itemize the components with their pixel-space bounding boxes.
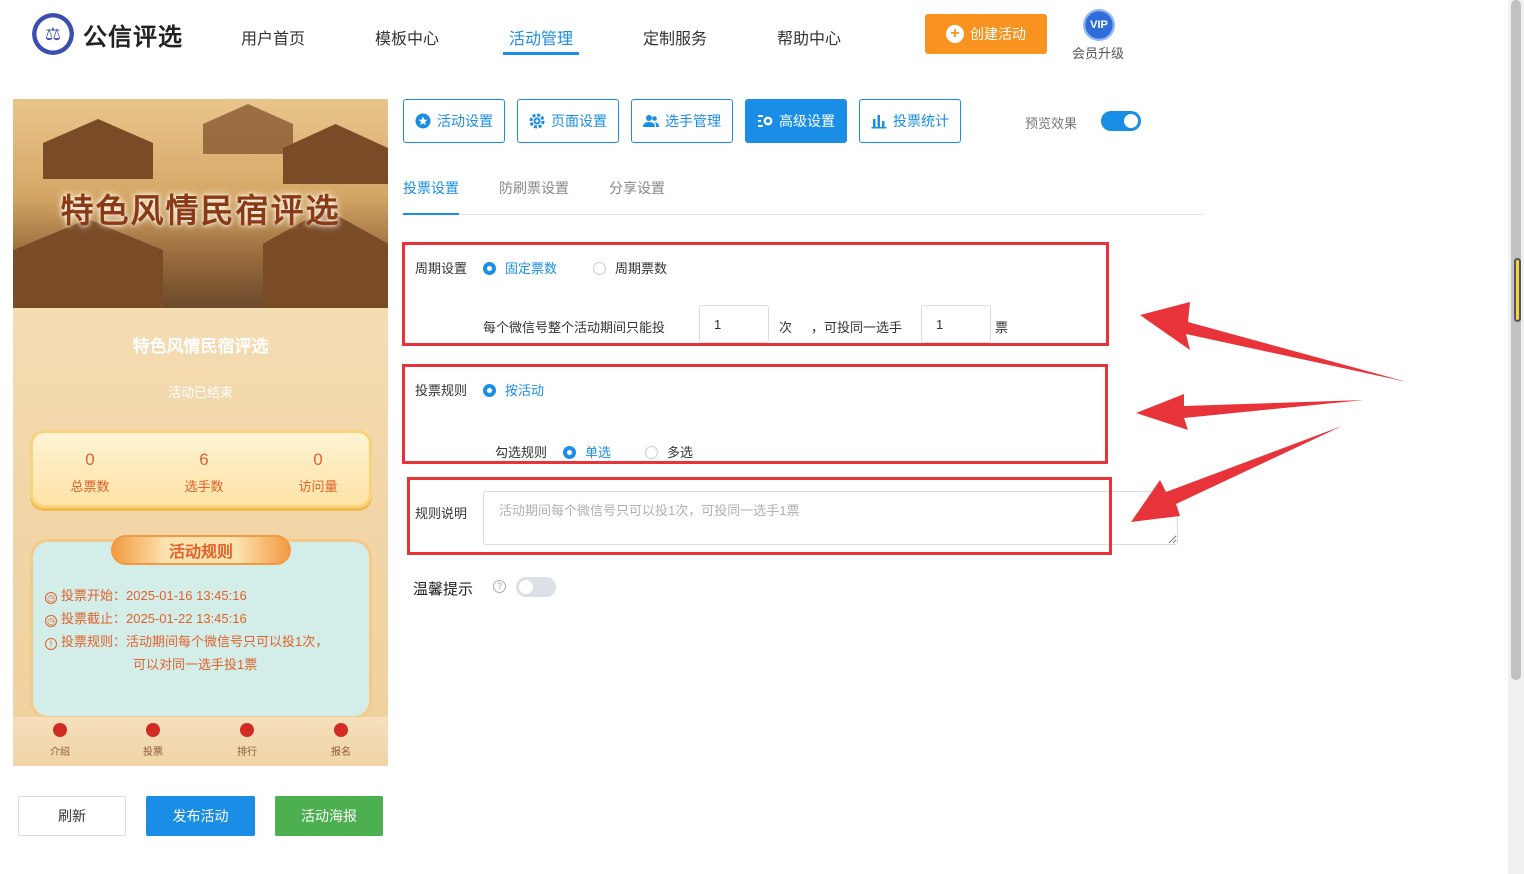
- signup-icon: [334, 723, 348, 737]
- stat-value: 6: [199, 450, 209, 469]
- mobile-preview: 特色风情民宿评选 特色风情民宿评选 活动已结束 0 总票数 6 选手数 0 访问…: [13, 99, 388, 766]
- activity-title: 特色风情民宿评选: [132, 337, 269, 356]
- banner-title: 特色风情民宿评选: [60, 191, 341, 230]
- stat-label: 访问量: [298, 479, 338, 494]
- annotation-box-cycle: [402, 242, 1109, 346]
- rule-start-time: ◷ 投票开始：2025-01-16 13:45:16: [45, 585, 247, 604]
- subtab-anti-fraud-settings[interactable]: 防刷票设置: [499, 178, 569, 198]
- arrow-to-description: [1131, 426, 1342, 522]
- house-shape: [13, 219, 163, 308]
- ranking-icon: [240, 723, 254, 737]
- activity-poster-button[interactable]: 活动海报: [275, 796, 383, 836]
- bar-chart-icon: [871, 115, 887, 129]
- house-shape: [43, 119, 153, 179]
- scrollbar-thumb[interactable]: [1511, 0, 1521, 680]
- rules-title: 活动规则: [111, 535, 291, 565]
- gear-icon: [529, 113, 545, 129]
- star-icon: [415, 113, 431, 129]
- tab-advanced-settings[interactable]: 高级设置: [745, 99, 847, 143]
- rule-text-continued: 可以对同一选手投1票: [133, 657, 258, 672]
- stat-total-votes: 0 总票数: [33, 450, 147, 495]
- member-upgrade-link[interactable]: 会员升级: [1072, 43, 1124, 62]
- tab-contestant-management[interactable]: 选手管理: [631, 99, 733, 143]
- clock-icon: ◷: [45, 615, 57, 627]
- rule-end-time: ◷ 投票截止：2025-01-22 13:45:16: [45, 608, 247, 627]
- subtab-share-settings[interactable]: 分享设置: [609, 178, 665, 198]
- preview-effect-toggle[interactable]: [1101, 111, 1141, 131]
- rules-card: [30, 539, 372, 719]
- stat-label: 选手数: [184, 479, 224, 494]
- clock-icon: ◷: [45, 592, 57, 604]
- stat-contestants: 6 选手数: [147, 450, 261, 495]
- tabbar-item-intro[interactable]: 介绍: [30, 723, 90, 758]
- stat-label: 总票数: [70, 479, 110, 494]
- annotation-arrows: [1131, 302, 1407, 522]
- nav-custom-service[interactable]: 定制服务: [643, 25, 707, 49]
- publish-activity-button[interactable]: 发布活动: [146, 796, 255, 836]
- users-icon: [643, 115, 659, 127]
- banner-image: 特色风情民宿评选: [13, 99, 388, 308]
- settings-sliders-icon: [758, 115, 773, 127]
- arrow-to-cycle: [1140, 302, 1407, 382]
- stat-value: 0: [85, 450, 95, 469]
- vip-icon[interactable]: VIP: [1083, 9, 1115, 41]
- annotation-box-description: [407, 477, 1112, 555]
- nav-help-center[interactable]: 帮助中心: [777, 25, 841, 49]
- nav-template-center[interactable]: 模板中心: [375, 25, 439, 49]
- house-shape: [203, 104, 293, 154]
- warm-tip-label: 温馨提示: [413, 581, 474, 598]
- tab-vote-statistics[interactable]: 投票统计: [859, 99, 961, 143]
- rule-text: ! 投票规则：活动期间每个微信号只可以投1次，: [45, 631, 328, 650]
- tab-page-settings[interactable]: 页面设置: [517, 99, 619, 143]
- preview-effect-label: 预览效果: [1025, 116, 1078, 131]
- create-activity-label: 创建活动: [970, 26, 1026, 42]
- brand-name: 公信评选: [83, 24, 183, 51]
- help-icon[interactable]: ?: [493, 580, 506, 593]
- plus-icon: +: [946, 25, 964, 43]
- tabbar-item-signup[interactable]: 报名: [311, 723, 371, 758]
- mobile-tabbar: 介绍 投票 排行 报名: [13, 717, 388, 766]
- scroll-indicator: [1514, 258, 1521, 322]
- nav-activity-management[interactable]: 活动管理: [509, 25, 573, 49]
- annotation-box-rule: [402, 364, 1108, 464]
- house-shape: [283, 124, 388, 184]
- intro-icon: [53, 723, 67, 737]
- subtab-divider: [403, 214, 1203, 215]
- refresh-button[interactable]: 刷新: [18, 796, 126, 836]
- tabbar-item-vote[interactable]: 投票: [123, 723, 183, 758]
- info-icon: !: [45, 638, 57, 650]
- vote-icon: [146, 723, 160, 737]
- stat-visits: 0 访问量: [261, 450, 375, 495]
- tab-activity-settings[interactable]: 活动设置: [403, 99, 505, 143]
- stats-card: 0 总票数 6 选手数 0 访问量: [30, 430, 372, 508]
- arrow-to-rule: [1136, 394, 1364, 430]
- create-activity-button[interactable]: + 创建活动: [925, 14, 1047, 54]
- stat-value: 0: [313, 450, 323, 469]
- nav-active-indicator: [503, 52, 579, 55]
- brand-logo: ⚖: [32, 13, 74, 55]
- nav-user-home[interactable]: 用户首页: [241, 25, 305, 49]
- activity-status: 活动已结束: [167, 385, 233, 400]
- warm-tip-toggle[interactable]: [516, 577, 556, 597]
- tabbar-item-ranking[interactable]: 排行: [217, 723, 277, 758]
- subtab-vote-settings[interactable]: 投票设置: [403, 178, 459, 198]
- subtab-active-indicator: [403, 213, 459, 215]
